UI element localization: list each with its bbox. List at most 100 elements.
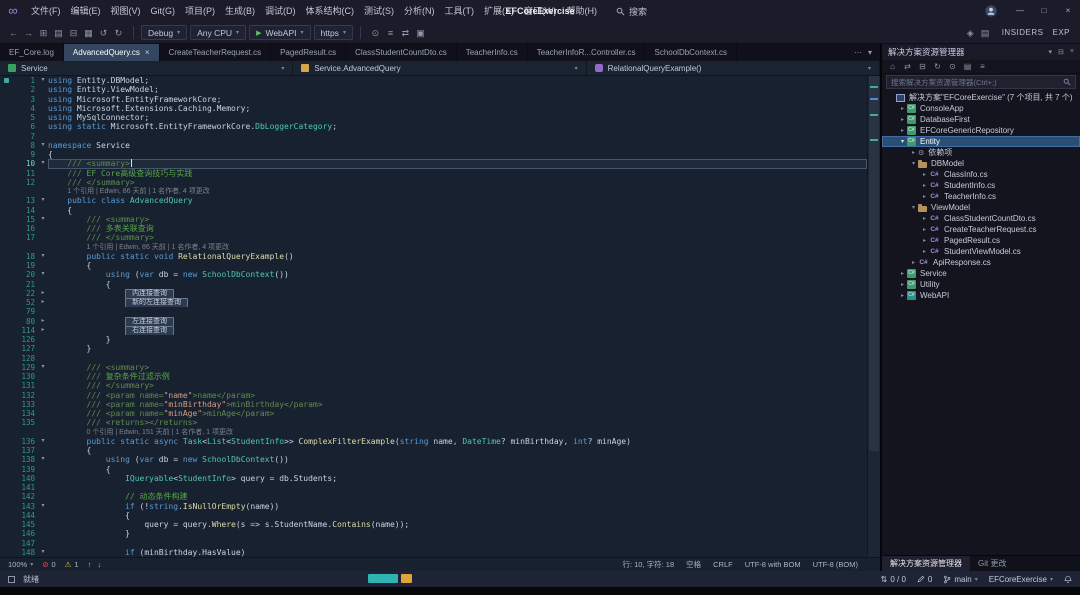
code-text[interactable]: /// </summary>: [48, 178, 867, 187]
codelens-row[interactable]: 1 个引用 | Edwin, 86 天前 | 1 名作者, 4 项更改: [0, 187, 867, 196]
code-line-11[interactable]: 11 /// EF Core高级查询技巧与实践: [0, 169, 867, 178]
glyph-margin[interactable]: [0, 206, 12, 215]
chevron-down-icon[interactable]: ▾: [1049, 48, 1053, 56]
code-text[interactable]: {: [48, 206, 867, 215]
glyph-margin[interactable]: [0, 344, 12, 353]
tree-expand-icon[interactable]: ▸: [909, 259, 918, 266]
glyph-margin[interactable]: [0, 187, 12, 196]
code-line-1[interactable]: 1▾using Entity.DBModel;: [0, 76, 867, 85]
start-debugging-button[interactable]: ▶WebAPI▾: [249, 25, 310, 40]
glyph-margin[interactable]: [0, 113, 12, 122]
document-tab[interactable]: CreateTeacherRequest.cs: [160, 44, 272, 61]
code-line-2[interactable]: 2using Entity.ViewModel;: [0, 85, 867, 94]
codelens-info[interactable]: 1 个引用 | Edwin, 86 天前 | 1 名作者, 4 项更改: [48, 187, 867, 196]
more-tabs-icon[interactable]: ⋯: [854, 48, 862, 57]
code-line-20[interactable]: 20▾ using (var db = new SchoolDbContext(…: [0, 270, 867, 279]
code-line-144[interactable]: 144 {: [0, 511, 867, 520]
fold-collapse-icon[interactable]: ▾: [38, 215, 48, 224]
tree-expand-icon[interactable]: ▸: [898, 116, 907, 123]
tree-expand-icon[interactable]: ▸: [898, 127, 907, 134]
close-tab-icon[interactable]: ×: [145, 48, 150, 57]
glyph-margin[interactable]: [0, 141, 12, 150]
code-text[interactable]: /// <param name="minBirthday">minBirthda…: [48, 400, 867, 409]
tree-item-node[interactable]: ▸⚙依赖项: [882, 147, 1080, 158]
glyph-margin[interactable]: [0, 465, 12, 474]
code-text[interactable]: }: [48, 335, 867, 344]
save-icon[interactable]: ⊟: [66, 23, 81, 43]
glyph-margin[interactable]: [0, 307, 12, 316]
code-text[interactable]: namespace Service: [48, 141, 867, 150]
document-tab[interactable]: EF_Core.log: [0, 44, 64, 61]
open-file-icon[interactable]: ▤: [51, 23, 66, 43]
code-line-4[interactable]: 4using Microsoft.Extensions.Caching.Memo…: [0, 104, 867, 113]
tree-expand-icon[interactable]: ▸: [920, 182, 929, 189]
home-icon[interactable]: ⌂: [886, 60, 899, 73]
collapsed-region[interactable]: 左连接查询: [125, 317, 174, 326]
menu-item-9[interactable]: 分析(N): [399, 0, 440, 22]
glyph-margin[interactable]: [0, 252, 12, 261]
code-text[interactable]: 内连接查询: [48, 289, 867, 298]
glyph-margin[interactable]: [0, 511, 12, 520]
outline-icon[interactable]: ≡: [383, 23, 398, 43]
close-icon[interactable]: ×: [1070, 48, 1074, 56]
line-ending-indicator[interactable]: CRLF: [713, 560, 733, 569]
tree-item-createteacherrequest-cs[interactable]: ▸C#CreateTeacherRequest.cs: [882, 224, 1080, 235]
code-line-114[interactable]: 114▸ 右连接查询: [0, 326, 867, 335]
glyph-margin[interactable]: [0, 261, 12, 270]
account-avatar[interactable]: [984, 4, 998, 18]
browser-link-icon[interactable]: ▣: [413, 23, 428, 43]
breadcrumb-method-dropdown[interactable]: RelationalQueryExample()▾: [587, 61, 880, 75]
protocol-dropdown[interactable]: https▾: [314, 25, 353, 40]
tree-item-studentinfo-cs[interactable]: ▸C#StudentInfo.cs: [882, 180, 1080, 191]
code-text[interactable]: /// <summary>: [48, 215, 867, 224]
document-tab[interactable]: ClassStudentCountDto.cs: [346, 44, 457, 61]
scroll-up-icon[interactable]: ↑: [88, 560, 92, 569]
scroll-down-icon[interactable]: ↓: [97, 560, 101, 569]
menu-item-0[interactable]: 文件(F): [26, 0, 66, 22]
document-tab[interactable]: TeacherInfoR...Controller.cs: [528, 44, 646, 61]
glyph-margin[interactable]: [0, 548, 12, 557]
code-line-16[interactable]: 16 /// 多表关联查询: [0, 224, 867, 233]
notifications-button[interactable]: [1064, 575, 1072, 584]
glyph-margin[interactable]: [0, 233, 12, 242]
tree-item-entity[interactable]: ▾C#Entity: [882, 136, 1080, 147]
fold-collapse-icon[interactable]: ▾: [38, 141, 48, 150]
code-line-129[interactable]: 129▾ /// <summary>: [0, 363, 867, 372]
tree-item-studentviewmodel-cs[interactable]: ▸C#StudentViewModel.cs: [882, 246, 1080, 257]
dock-icon[interactable]: ⊟: [1058, 48, 1064, 56]
glyph-margin[interactable]: [0, 372, 12, 381]
titlebar-search[interactable]: 搜索: [616, 5, 647, 18]
glyph-margin[interactable]: [0, 520, 12, 529]
panel-tab-0[interactable]: 解决方案资源管理器: [882, 556, 970, 571]
glyph-margin[interactable]: [0, 289, 12, 298]
code-text[interactable]: 新的左连接查询: [48, 298, 867, 307]
glyph-margin[interactable]: [0, 483, 12, 492]
repository-selector[interactable]: EFCoreExercise ▾: [989, 575, 1053, 584]
code-line-130[interactable]: 130 /// 复杂条件过滤示例: [0, 372, 867, 381]
code-line-136[interactable]: 136▾ public static async Task<List<Stude…: [0, 437, 867, 446]
document-tab[interactable]: TeacherInfo.cs: [457, 44, 528, 61]
code-line-17[interactable]: 17 /// </summary>: [0, 233, 867, 242]
menu-item-8[interactable]: 测试(S): [359, 0, 399, 22]
code-line-126[interactable]: 126 }: [0, 335, 867, 344]
glyph-margin[interactable]: [0, 455, 12, 464]
glyph-margin[interactable]: [0, 224, 12, 233]
feedback-icon[interactable]: ▤: [978, 23, 993, 43]
code-text[interactable]: public class AdvancedQuery: [48, 196, 867, 205]
code-text[interactable]: [48, 307, 867, 316]
code-line-148[interactable]: 148▾ if (minBirthday.HasValue): [0, 548, 867, 557]
glyph-margin[interactable]: [0, 409, 12, 418]
code-line-8[interactable]: 8▾namespace Service: [0, 141, 867, 150]
tree-item-apiresponse-cs[interactable]: ▸C#ApiResponse.cs: [882, 257, 1080, 268]
code-text[interactable]: if (!string.IsNullOrEmpty(name)): [48, 502, 867, 511]
code-text[interactable]: }: [48, 344, 867, 353]
glyph-margin[interactable]: [0, 437, 12, 446]
menu-item-3[interactable]: Git(G): [146, 0, 181, 22]
code-text[interactable]: using Entity.DBModel;: [48, 76, 867, 85]
glyph-margin[interactable]: [0, 122, 12, 131]
visual-studio-logo-icon[interactable]: ∞: [0, 0, 26, 22]
glyph-margin[interactable]: [0, 418, 12, 427]
code-text[interactable]: using static Microsoft.EntityFrameworkCo…: [48, 122, 867, 131]
tree-expand-icon[interactable]: ▸: [898, 281, 907, 288]
code-text[interactable]: [48, 483, 867, 492]
